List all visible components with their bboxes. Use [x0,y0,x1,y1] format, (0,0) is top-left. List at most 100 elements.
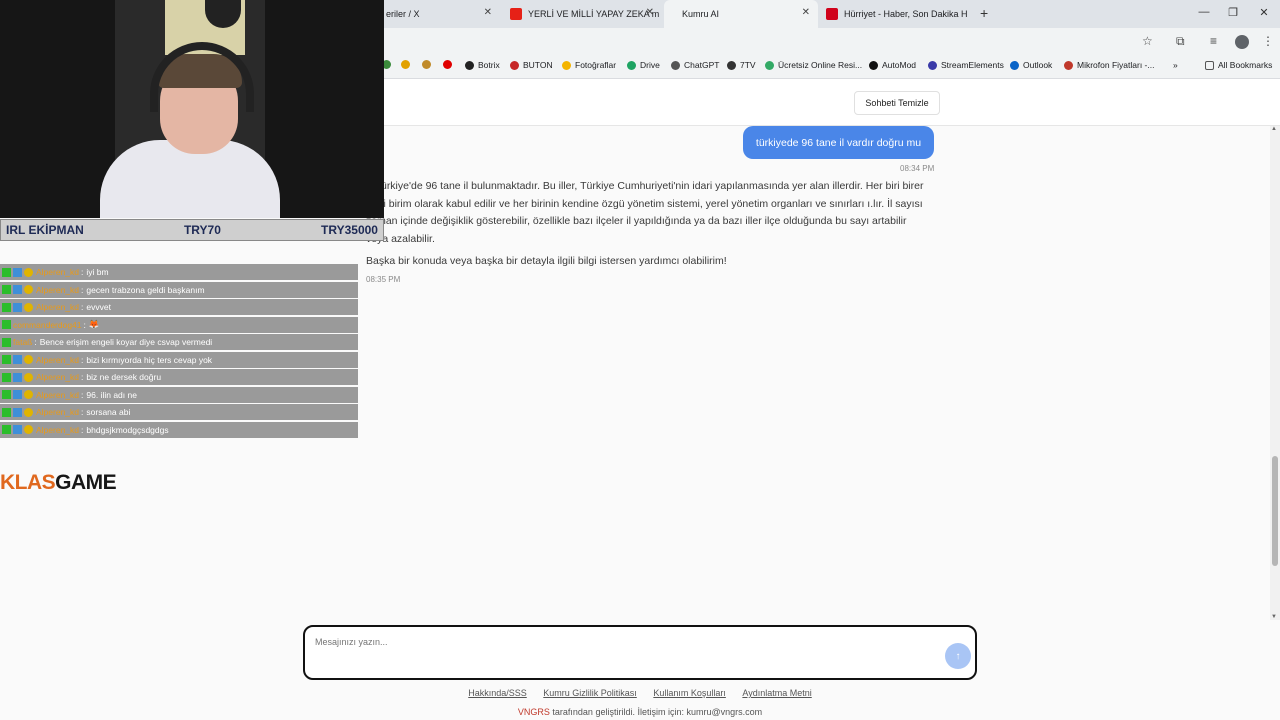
footer-brand[interactable]: VNGRS [518,707,550,717]
bot-paragraph: Başka bir konuda veya başka bir detayla … [366,255,727,267]
scroll-up-arrow[interactable]: ▲ [1271,126,1277,132]
close-icon[interactable]: ✕ [646,7,654,18]
kick-badge-icon [2,320,11,329]
sub-badge-icon [13,407,22,417]
kick-badge-icon [2,302,11,312]
kick-badge-icon [2,355,11,364]
new-tab-button[interactable]: + [980,5,988,21]
scroll-thumb[interactable] [1272,456,1278,566]
sub-badge-icon [13,302,22,312]
emote-badge-icon [24,425,33,434]
footer-links: Hakkında/SSS Kumru Gizlilik Politikası K… [0,688,1280,698]
tab-label: Hürriyet - Haber, Son Dakika H [844,9,968,19]
clear-chat-button[interactable]: Sohbeti Temizle [854,91,940,115]
chat-message: Alperen_kd: biz ne dersek doğru [0,369,358,385]
close-icon[interactable]: ✕ [484,7,492,18]
bookmark-icon-4[interactable] [443,60,456,69]
emote-badge-icon [24,302,33,312]
emote-badge-icon [24,285,33,294]
emote-badge-icon [24,390,33,399]
minimize-button[interactable]: — [1194,6,1214,18]
bookmark-fotograflar[interactable]: Fotoğraflar [562,60,616,70]
scrollbar[interactable]: ▲ ▼ [1270,126,1280,620]
kick-badge-icon [2,390,11,399]
send-button[interactable]: ↑ [945,643,971,669]
scroll-down-arrow[interactable]: ▼ [1271,614,1277,620]
footer-link-disclosure[interactable]: Aydınlatma Metni [742,688,811,698]
kick-badge-icon [2,267,11,277]
bookmark-chatgpt[interactable]: ChatGPT [671,60,719,70]
tab-kumru-ai[interactable]: Kumru AI ✕ [664,0,818,28]
message-input-box[interactable]: ↑ [303,625,977,680]
donation-current: TRY70 [183,223,221,237]
message-input[interactable] [315,633,915,651]
bookmark-drive[interactable]: Drive [627,60,660,70]
stream-chat: Alperen_kd: iyi bm Alperen_kd: gecen trabz… [0,264,358,439]
chat-message: Alperen_kd:96. ilin adı ne [0,386,358,403]
bookmark-mikrofon[interactable]: Mikrofon Fiyatları -... [1064,60,1154,70]
kick-badge-icon [2,337,11,347]
tab-label: eriler / X [386,9,420,19]
user-message-time: 08:34 PM [900,164,935,173]
donation-label: IRL EKİPMAN [6,223,84,237]
tab-hurriyet[interactable]: Hürriyet - Haber, Son Dakika H [818,0,978,28]
logo-part-1: KLAS [0,471,56,494]
kick-badge-icon [2,407,11,417]
emote-badge-icon [24,372,33,382]
media-icon[interactable]: ≡ [1210,34,1217,48]
chat-message: Alperen_kd: sorsana abi [0,404,358,420]
sponsor-logo: KLASGAME [0,471,117,495]
bookmark-icon-2[interactable] [401,60,414,69]
bookmarks-more[interactable]: » [1173,60,1178,70]
bookmark-7tv[interactable]: 7TV [727,60,756,70]
footer-link-privacy[interactable]: Kumru Gizlilik Politikası [543,688,637,698]
chat-message: Alperen_kd: evvvet [0,299,358,315]
bot-message: t. Türkiye'de 96 tane il bulunmaktadır. … [366,178,926,276]
sub-badge-icon [13,267,22,277]
bookmark-icon-3[interactable] [422,60,435,69]
bookmark-outlook[interactable]: Outlook [1010,60,1052,70]
bot-message-time: 08:35 PM [366,275,401,284]
donation-bar: IRL EKİPMAN TRY70 TRY35000 [0,219,384,241]
donation-goal: TRY35000 [321,223,378,237]
close-icon[interactable]: ✕ [802,7,810,18]
menu-icon[interactable]: ⋮ [1262,34,1274,48]
footer-text: tarafından geliştirildi. İletişim için: … [549,707,763,717]
all-bookmarks[interactable]: All Bookmarks [1205,60,1272,70]
bookmark-automod[interactable]: AutoMod [869,60,916,70]
bookmark-ucretsiz[interactable]: Ücretsiz Online Resi... [765,60,862,70]
youtube-icon [510,8,522,20]
emote-badge-icon [24,407,33,417]
logo-part-2: GAME [55,471,117,494]
profile-avatar[interactable] [1235,35,1249,49]
tab-label: YERLİ VE MİLLİ YAPAY ZEKA m [528,9,660,19]
hurriyet-icon [826,8,838,20]
sub-badge-icon [13,355,22,364]
kick-badge-icon [2,372,11,382]
arrow-up-icon: ↑ [955,650,961,662]
bot-paragraph: t. Türkiye'de 96 tane il bulunmaktadır. … [366,180,924,245]
emote-badge-icon [24,355,33,364]
extensions-icon[interactable]: ⧉ [1176,34,1185,49]
tab-youtube[interactable]: YERLİ VE MİLLİ YAPAY ZEKA m ✕ [502,0,662,28]
sub-badge-icon [13,372,22,382]
bookmark-buton[interactable]: BUTON [510,60,553,70]
bookmark-streamelements[interactable]: StreamElements [928,60,1004,70]
bookmark-botrix[interactable]: Botrix [465,60,500,70]
chat-message: Alperen_kd: bizi kırmıyorda hiç ters ceva… [0,351,358,368]
chat-message: Alperen_kd: gecen trabzona geldi başkanım [0,281,358,298]
close-window-button[interactable]: ✕ [1254,6,1274,19]
tab-x[interactable]: eriler / X ✕ [378,0,500,28]
chat-message: Alperen_kd: iyi bm [0,264,358,280]
maximize-button[interactable]: ❐ [1223,6,1243,19]
tab-label: Kumru AI [682,9,720,19]
chat-message: commanderdog41: 🦊 [0,316,358,333]
emote-badge-icon [24,267,33,277]
star-icon[interactable]: ☆ [1142,34,1153,48]
chat-message: Alperen_kd: bhdgsjkmodgçsdgdgs [0,421,358,438]
footer-link-about[interactable]: Hakkında/SSS [468,688,527,698]
kick-badge-icon [2,285,11,294]
footer-link-terms[interactable]: Kullanım Koşulları [653,688,726,698]
sub-badge-icon [13,285,22,294]
kumru-icon [672,8,676,20]
